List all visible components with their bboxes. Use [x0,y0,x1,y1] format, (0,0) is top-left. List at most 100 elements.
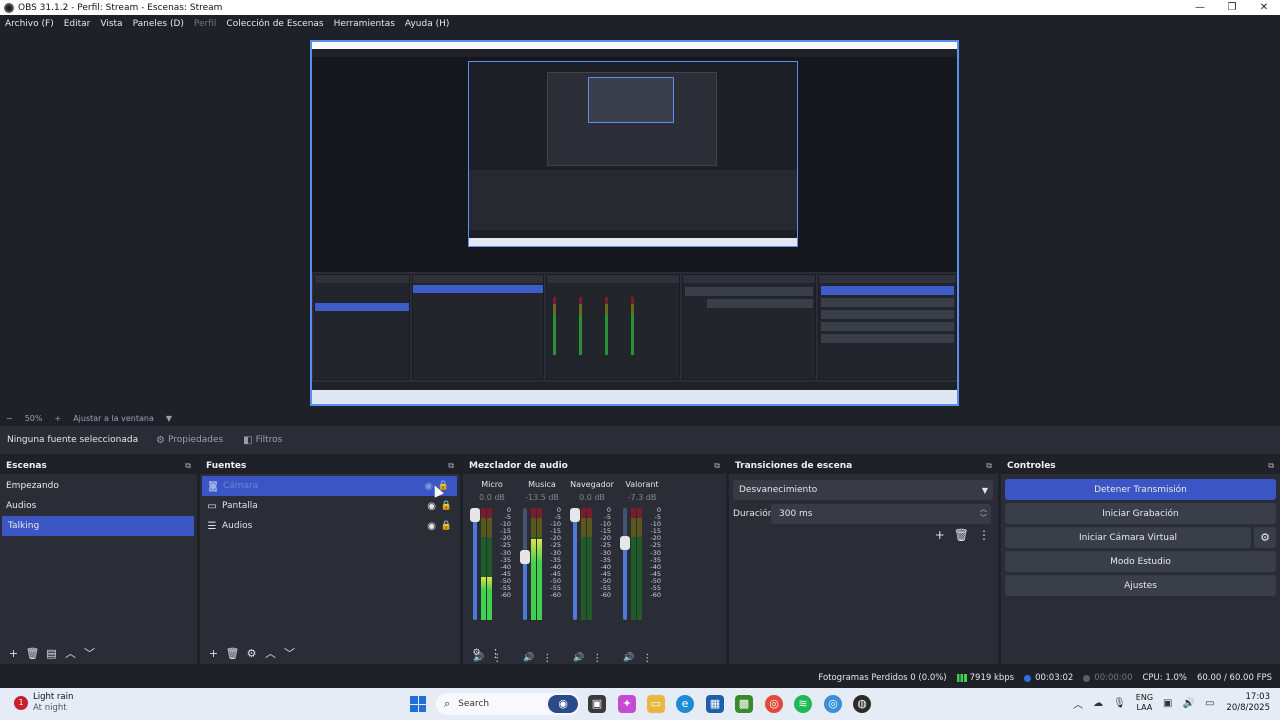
menu-editar[interactable]: Editar [64,19,91,29]
undock-icon[interactable]: ⧉ [714,461,720,471]
remove-source-trash-icon[interactable]: 🗑 [223,647,242,660]
volume-slider[interactable] [470,508,480,620]
properties-button[interactable]: ⚙ Propiedades [150,432,229,449]
copilot-icon[interactable]: ✦ [618,695,636,713]
chrome-icon[interactable]: ◎ [765,695,783,713]
studio-mode-button[interactable]: Modo Estudio [1005,551,1276,572]
cloud-icon[interactable]: ☁ [1093,698,1103,709]
menu-coleccion-escenas[interactable]: Colección de Escenas [226,19,323,29]
move-down-icon[interactable]: ﹀ [280,645,299,661]
source-properties-gear-icon[interactable]: ⚙ [242,647,261,660]
menu-herramientas[interactable]: Herramientas [334,19,395,29]
windows-start-icon[interactable] [410,696,426,712]
source-item-audios[interactable]: ☰ Audios ◉ 🔒 [200,516,460,536]
rec-time-status: 00:00:00 [1083,673,1132,683]
fit-to-window-button[interactable]: Ajustar a la ventana [73,414,154,423]
zoom-in-button[interactable]: + [54,414,61,423]
close-button[interactable]: ✕ [1248,0,1280,15]
move-up-icon[interactable]: ︿ [261,645,280,661]
maximize-button[interactable]: ❐ [1216,0,1248,15]
microphone-icon[interactable]: 🎙 [1113,698,1126,709]
stop-stream-button[interactable]: Detener Transmisión [1005,479,1276,500]
scene-item-talking[interactable]: Talking [2,516,194,536]
chevron-up-icon[interactable]: ︿ [1073,696,1083,711]
sources-dock: Fuentes ⧉ ◙ Cámara ◉ 🔒 ▭ Pantalla ◉ 🔒 ☰ … [200,458,460,664]
file-explorer-icon[interactable]: ▭ [647,695,665,713]
undock-icon[interactable]: ⧉ [185,461,191,471]
edge-browser-icon[interactable]: e [676,695,694,713]
lock-icon[interactable]: 🔒 [441,521,452,531]
move-up-icon[interactable]: ︿ [61,645,80,661]
duration-input[interactable]: 300 ms ︿ ﹀ [771,504,991,524]
menu-perfil[interactable]: Perfil [194,19,217,29]
clock[interactable]: 17:03 20/8/2025 [1226,692,1270,714]
menu-paneles[interactable]: Paneles (D) [133,19,184,29]
settings-button[interactable]: Ajustes [1005,575,1276,596]
scene-item-empezando[interactable]: Empezando [0,476,197,496]
task-view-icon[interactable]: ▣ [588,695,606,713]
mixer-title: Mezclador de audio [469,461,568,471]
volume-slider-handle[interactable] [570,508,580,522]
advanced-audio-icon[interactable]: ⚙ [467,648,486,658]
scene-filters-icon[interactable]: ▤ [42,647,61,660]
duration-label: Duración [733,509,774,519]
preview-canvas[interactable] [310,40,959,406]
title-bar: OBS 31.1.2 - Perfil: Stream - Escenas: S… [0,0,1280,15]
preview-area[interactable] [0,32,1280,410]
visibility-eye-icon[interactable]: ◉ [427,501,436,512]
preview-dock-transitions [682,274,816,380]
spotify-icon[interactable]: ≋ [794,695,812,713]
preview-nested-taskbar [469,238,797,246]
chrome-profile-icon[interactable]: ◎ [824,695,842,713]
source-item-pantalla[interactable]: ▭ Pantalla ◉ 🔒 [200,496,460,516]
language-indicator[interactable]: ENG LAA [1136,693,1153,713]
volume-slider-handle[interactable] [520,550,530,564]
transition-menu-icon[interactable]: ⋮ [978,528,990,542]
start-virtual-camera-button[interactable]: Iniciar Cámara Virtual [1005,527,1251,548]
remove-scene-trash-icon[interactable]: 🗑 [23,647,42,660]
volume-slider[interactable] [520,508,530,620]
scene-item-audios[interactable]: Audios [0,496,197,516]
volume-icon[interactable]: 🔊 [1183,698,1195,709]
undock-icon[interactable]: ⧉ [986,461,992,471]
duration-spinner-icon[interactable]: ︿ ﹀ [980,505,987,523]
mixer-menu-icon[interactable]: ⋮ [486,647,505,660]
minecraft-icon[interactable]: ▩ [735,695,753,713]
add-transition-button[interactable]: + [935,528,945,542]
add-source-button[interactable]: + [204,647,223,660]
store-icon[interactable]: ▦ [706,695,724,713]
start-recording-button[interactable]: Iniciar Grabación [1005,503,1276,524]
menu-ayuda[interactable]: Ayuda (H) [405,19,449,29]
network-icon[interactable]: ▣ [1163,698,1172,709]
transition-type-select[interactable]: Desvanecimiento ▼ [733,480,993,500]
volume-slider[interactable] [620,508,630,620]
obs-taskbar-icon[interactable]: ◍ [853,695,871,713]
remove-transition-trash-icon[interactable]: 🗑 [954,528,969,542]
volume-slider[interactable] [570,508,580,620]
move-down-icon[interactable]: ﹀ [80,645,99,661]
menu-archivo[interactable]: Archivo (F) [5,19,54,29]
menu-vista[interactable]: Vista [100,19,122,29]
volume-slider-handle[interactable] [620,536,630,550]
preview-nested-titlebar [312,42,957,49]
scene-item-label: Audios [6,501,37,511]
menu-bar: Archivo (F) Editar Vista Paneles (D) Per… [0,15,1280,32]
lock-icon[interactable]: 🔒 [441,501,452,511]
undock-icon[interactable]: ⧉ [1268,461,1274,471]
weather-widget[interactable]: 1 Light rain At night [14,692,73,714]
minimize-button[interactable]: — [1184,0,1216,15]
earth-widget-icon[interactable]: ◉ [548,695,578,713]
filters-button[interactable]: ◧ Filtros [237,432,288,449]
volume-slider-handle[interactable] [470,508,480,522]
zoom-dropdown-icon[interactable]: ▼ [166,414,172,423]
visibility-eye-icon[interactable]: ◉ [427,521,436,532]
undock-icon[interactable]: ⧉ [448,461,454,471]
virtual-camera-settings-gear-icon[interactable]: ⚙ [1254,527,1276,548]
battery-icon[interactable]: ▭ [1205,698,1214,709]
transitions-dock-header: Transiciones de escena ⧉ [729,458,998,474]
source-item-camara[interactable]: ◙ Cámara ◉ 🔒 [202,476,457,496]
mixer-toolbar: ⚙ ⋮ [463,642,726,664]
add-scene-button[interactable]: + [4,647,23,660]
live-icon [1024,674,1032,682]
zoom-out-button[interactable]: − [6,414,13,423]
